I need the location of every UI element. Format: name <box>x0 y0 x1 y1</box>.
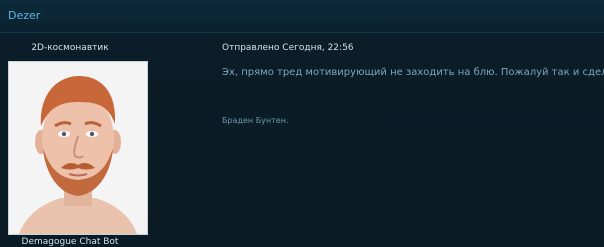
post-timestamp: Отправлено Сегодня, 22:56 <box>222 43 354 53</box>
post-body-text: Эх, прямо тред мотивирующий не заходить … <box>222 67 604 78</box>
author-panel: 2D-космонавтик Demagogue Chat Bot <box>0 33 148 247</box>
avatar-caption: Demagogue Chat Bot <box>21 237 119 247</box>
author-avatar[interactable] <box>8 61 148 235</box>
post-signature: Браден Бунтен. <box>222 116 289 125</box>
thread-title[interactable]: Dezer <box>8 9 40 22</box>
post-content: Отправлено Сегодня, 22:56 Эх, прямо тред… <box>212 33 604 247</box>
author-rank: 2D-космонавтик <box>31 43 109 53</box>
post-header: Dezer <box>0 0 604 33</box>
avatar-portrait-image <box>9 62 147 234</box>
forum-post: Dezer 2D-космонавтик Demagogue Chat Bot … <box>0 0 604 247</box>
